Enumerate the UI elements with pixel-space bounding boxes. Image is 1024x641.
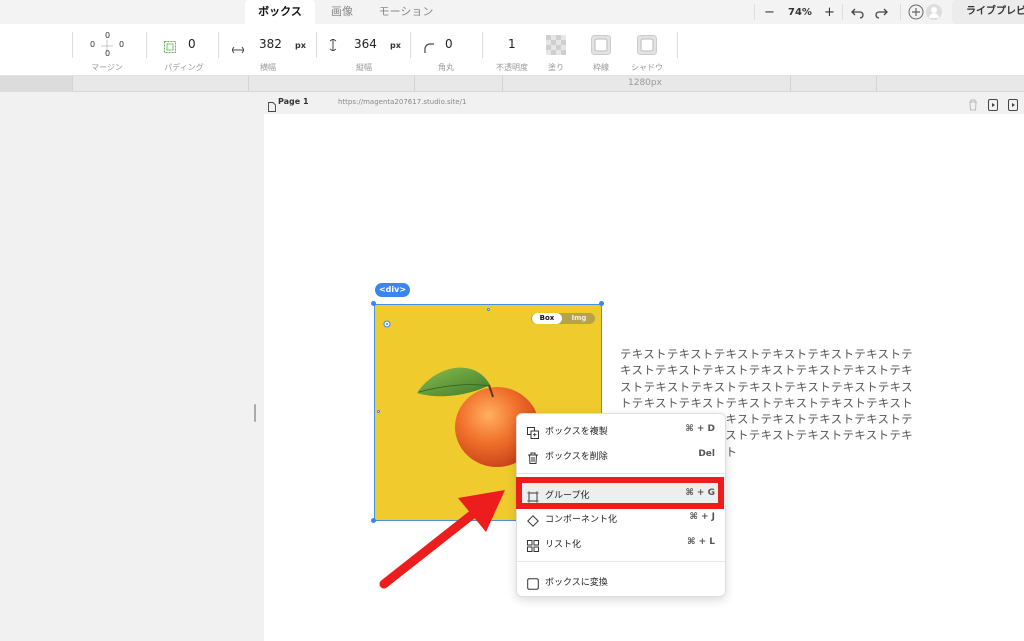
red-arrow-annotation	[379, 490, 505, 589]
